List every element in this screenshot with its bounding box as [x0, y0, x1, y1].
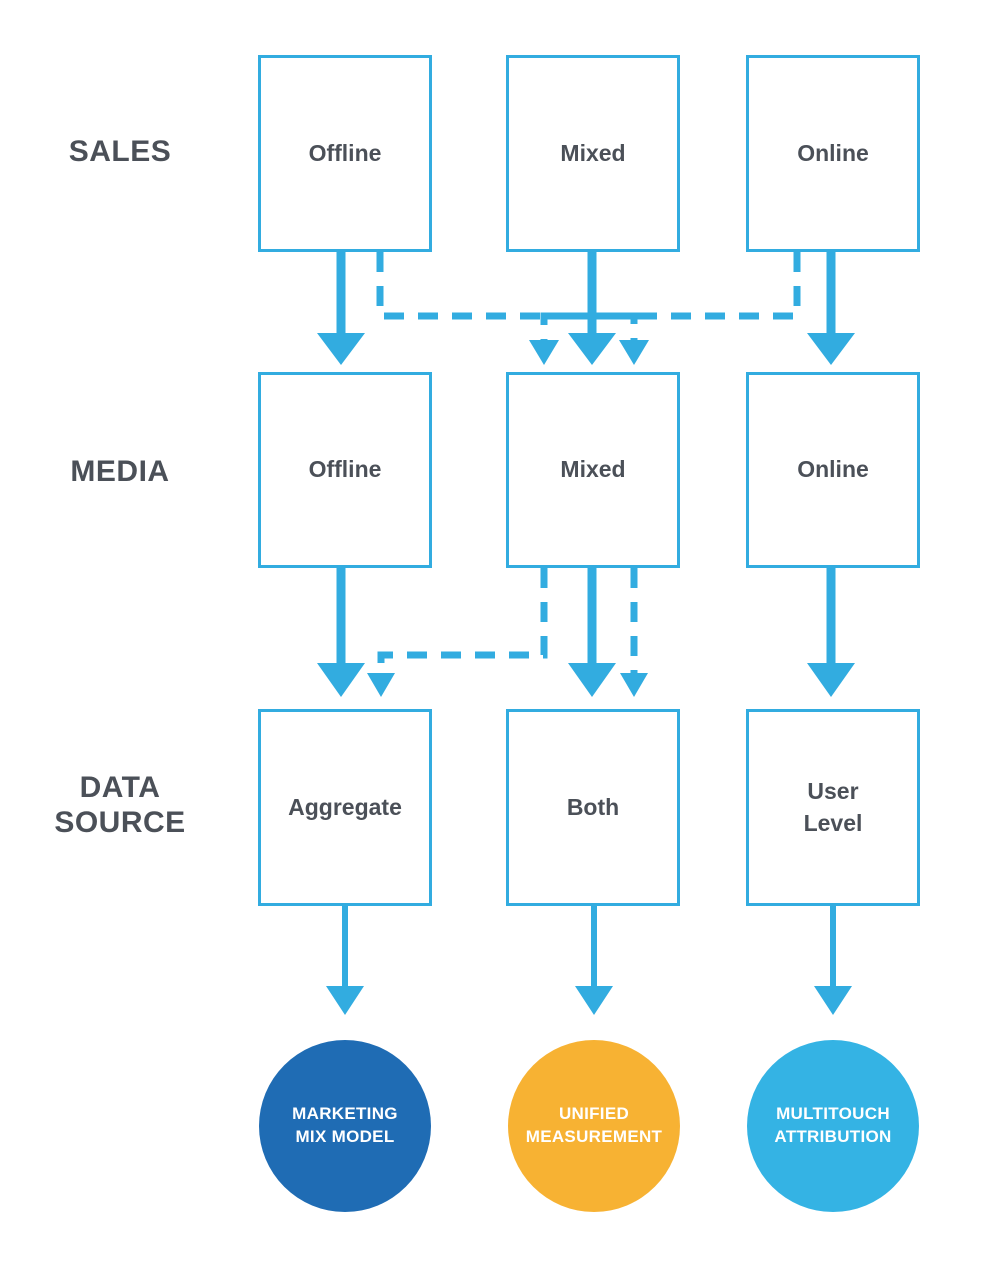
connector-media-offline-to-aggregate [317, 568, 365, 697]
circle-unified-measurement-line2: MEASUREMENT [525, 1127, 663, 1146]
row-label-media: MEDIA [70, 455, 170, 488]
connector-sales-mixed-to-media-mixed [568, 252, 616, 365]
box-datasource-both[interactable]: Both [506, 709, 680, 906]
connector-media-mixed-right-to-both [620, 568, 648, 697]
box-media-offline[interactable]: Offline [258, 372, 432, 568]
flow-diagram: SALES MEDIA DATA SOURCE Offline Mixed On… [0, 0, 982, 1265]
connector-userlevel-to-multitouch-attribution [814, 906, 852, 1015]
box-media-online[interactable]: Online [746, 372, 920, 568]
circle-unified-measurement[interactable]: UNIFIED MEASUREMENT [508, 1040, 680, 1212]
box-sales-offline[interactable]: Offline [258, 55, 432, 252]
circle-marketing-mix-model-line1: MARKETING [292, 1104, 398, 1124]
row-label-data-source: DATA SOURCE [0, 770, 240, 840]
connector-sales-online-to-media-mixed [529, 252, 801, 365]
connector-sales-offline-to-media-offline [317, 252, 365, 365]
circle-marketing-mix-model-line2: MIX MODEL [295, 1127, 395, 1146]
box-media-mixed[interactable]: Mixed [506, 372, 680, 568]
box-datasource-user-level-line1: User [807, 778, 859, 805]
row-label-data-source-line1: DATA [79, 771, 161, 804]
box-sales-online[interactable]: Online [746, 55, 920, 252]
connector-both-to-unified-measurement [575, 906, 613, 1015]
connector-media-mixed-to-aggregate [367, 568, 548, 697]
circle-multitouch-attribution[interactable]: MULTITOUCH ATTRIBUTION [747, 1040, 919, 1212]
circle-multitouch-attribution-line2: ATTRIBUTION [774, 1127, 892, 1146]
row-label-data-source-line2: SOURCE [54, 806, 186, 840]
box-sales-mixed[interactable]: Mixed [506, 55, 680, 252]
circle-marketing-mix-model[interactable]: MARKETING MIX MODEL [259, 1040, 431, 1212]
box-datasource-aggregate[interactable]: Aggregate [258, 709, 432, 906]
connector-media-mixed-to-both [568, 568, 616, 697]
connector-sales-online-to-media-online [807, 252, 855, 365]
box-datasource-user-level[interactable]: User Level [746, 709, 920, 906]
row-label-sales: SALES [68, 135, 172, 168]
connector-aggregate-to-marketing-mix-model [326, 906, 364, 1015]
connector-sales-offline-to-media-mixed [376, 252, 649, 365]
circle-multitouch-attribution-line1: MULTITOUCH [776, 1104, 890, 1124]
box-datasource-user-level-line2: Level [803, 809, 863, 836]
connector-media-online-to-userlevel [807, 568, 855, 697]
circle-unified-measurement-line1: UNIFIED [558, 1104, 630, 1124]
